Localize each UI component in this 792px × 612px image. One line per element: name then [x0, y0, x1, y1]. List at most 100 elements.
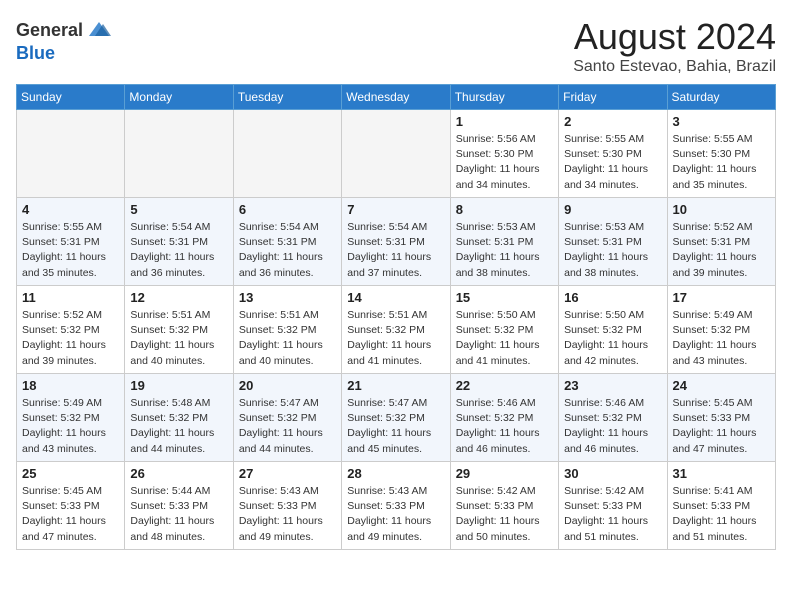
calendar-cell: 11Sunrise: 5:52 AM Sunset: 5:32 PM Dayli… [17, 286, 125, 374]
day-number: 14 [347, 290, 444, 305]
calendar-cell [17, 110, 125, 198]
day-detail: Sunrise: 5:55 AM Sunset: 5:30 PM Dayligh… [564, 132, 661, 193]
calendar-week-row: 11Sunrise: 5:52 AM Sunset: 5:32 PM Dayli… [17, 286, 776, 374]
day-detail: Sunrise: 5:54 AM Sunset: 5:31 PM Dayligh… [239, 220, 336, 281]
day-number: 8 [456, 202, 553, 217]
calendar-cell: 30 Sunrise: 5:42 AM Sunset: 5:33 PM Dayli… [559, 462, 667, 550]
day-number: 3 [673, 114, 770, 129]
calendar-week-row: 18 Sunrise: 5:49 AM Sunset: 5:32 PM Dayli… [17, 374, 776, 462]
day-detail: Sunrise: 5:51 AM Sunset: 5:32 PM Dayligh… [130, 308, 227, 369]
calendar-cell: 17Sunrise: 5:49 AM Sunset: 5:32 PM Dayli… [667, 286, 775, 374]
calendar-cell: 22 Sunrise: 5:46 AM Sunset: 5:32 PM Dayli… [450, 374, 558, 462]
day-detail: Sunrise: 5:44 AM Sunset: 5:33 PM Dayligh… [130, 484, 227, 545]
calendar-cell: 20 Sunrise: 5:47 AM Sunset: 5:32 PM Dayli… [233, 374, 341, 462]
day-detail: Sunrise: 5:51 AM Sunset: 5:32 PM Dayligh… [347, 308, 444, 369]
calendar-cell: 26 Sunrise: 5:44 AM Sunset: 5:33 PM Dayli… [125, 462, 233, 550]
calendar-cell: 31 Sunrise: 5:41 AM Sunset: 5:33 PM Dayli… [667, 462, 775, 550]
day-number: 12 [130, 290, 227, 305]
day-detail: Sunrise: 5:46 AM Sunset: 5:32 PM Dayligh… [456, 396, 553, 457]
weekday-header: Thursday [450, 85, 558, 110]
calendar-cell: 7 Sunrise: 5:54 AM Sunset: 5:31 PM Daylig… [342, 198, 450, 286]
calendar-header-row: SundayMondayTuesdayWednesdayThursdayFrid… [17, 85, 776, 110]
day-number: 18 [22, 378, 119, 393]
day-number: 7 [347, 202, 444, 217]
day-detail: Sunrise: 5:42 AM Sunset: 5:33 PM Dayligh… [456, 484, 553, 545]
day-number: 31 [673, 466, 770, 481]
day-number: 22 [456, 378, 553, 393]
calendar-cell: 28 Sunrise: 5:43 AM Sunset: 5:33 PM Dayli… [342, 462, 450, 550]
calendar-cell: 6 Sunrise: 5:54 AM Sunset: 5:31 PM Daylig… [233, 198, 341, 286]
weekday-header: Tuesday [233, 85, 341, 110]
calendar-cell: 19 Sunrise: 5:48 AM Sunset: 5:32 PM Dayli… [125, 374, 233, 462]
calendar-cell [125, 110, 233, 198]
page-subtitle: Santo Estevao, Bahia, Brazil [573, 58, 776, 76]
calendar-cell: 1Sunrise: 5:56 AM Sunset: 5:30 PM Daylig… [450, 110, 558, 198]
calendar-week-row: 1Sunrise: 5:56 AM Sunset: 5:30 PM Daylig… [17, 110, 776, 198]
day-detail: Sunrise: 5:53 AM Sunset: 5:31 PM Dayligh… [456, 220, 553, 281]
weekday-header: Sunday [17, 85, 125, 110]
day-number: 15 [456, 290, 553, 305]
day-detail: Sunrise: 5:43 AM Sunset: 5:33 PM Dayligh… [347, 484, 444, 545]
calendar-cell [233, 110, 341, 198]
day-number: 6 [239, 202, 336, 217]
day-number: 1 [456, 114, 553, 129]
logo: General Blue [16, 16, 113, 64]
day-number: 30 [564, 466, 661, 481]
day-detail: Sunrise: 5:52 AM Sunset: 5:31 PM Dayligh… [673, 220, 770, 281]
day-detail: Sunrise: 5:50 AM Sunset: 5:32 PM Dayligh… [456, 308, 553, 369]
day-number: 20 [239, 378, 336, 393]
page-header: General Blue August 2024 Santo Estevao, … [16, 16, 776, 76]
logo-general: General [16, 21, 83, 39]
calendar-cell: 8 Sunrise: 5:53 AM Sunset: 5:31 PM Daylig… [450, 198, 558, 286]
day-detail: Sunrise: 5:54 AM Sunset: 5:31 PM Dayligh… [130, 220, 227, 281]
weekday-header: Friday [559, 85, 667, 110]
day-number: 25 [22, 466, 119, 481]
calendar-cell: 4Sunrise: 5:55 AM Sunset: 5:31 PM Daylig… [17, 198, 125, 286]
calendar-week-row: 4Sunrise: 5:55 AM Sunset: 5:31 PM Daylig… [17, 198, 776, 286]
day-number: 27 [239, 466, 336, 481]
calendar-table: SundayMondayTuesdayWednesdayThursdayFrid… [16, 84, 776, 550]
calendar-cell: 27Sunrise: 5:43 AM Sunset: 5:33 PM Dayli… [233, 462, 341, 550]
day-detail: Sunrise: 5:45 AM Sunset: 5:33 PM Dayligh… [673, 396, 770, 457]
day-detail: Sunrise: 5:55 AM Sunset: 5:30 PM Dayligh… [673, 132, 770, 193]
day-detail: Sunrise: 5:47 AM Sunset: 5:32 PM Dayligh… [239, 396, 336, 457]
day-detail: Sunrise: 5:49 AM Sunset: 5:32 PM Dayligh… [22, 396, 119, 457]
day-number: 9 [564, 202, 661, 217]
calendar-cell: 24 Sunrise: 5:45 AM Sunset: 5:33 PM Dayli… [667, 374, 775, 462]
calendar-cell: 18 Sunrise: 5:49 AM Sunset: 5:32 PM Dayli… [17, 374, 125, 462]
day-detail: Sunrise: 5:46 AM Sunset: 5:32 PM Dayligh… [564, 396, 661, 457]
calendar-cell: 25 Sunrise: 5:45 AM Sunset: 5:33 PM Dayli… [17, 462, 125, 550]
day-detail: Sunrise: 5:42 AM Sunset: 5:33 PM Dayligh… [564, 484, 661, 545]
day-detail: Sunrise: 5:47 AM Sunset: 5:32 PM Dayligh… [347, 396, 444, 457]
day-detail: Sunrise: 5:54 AM Sunset: 5:31 PM Dayligh… [347, 220, 444, 281]
calendar-cell: 9 Sunrise: 5:53 AM Sunset: 5:31 PM Daylig… [559, 198, 667, 286]
day-number: 11 [22, 290, 119, 305]
day-detail: Sunrise: 5:48 AM Sunset: 5:32 PM Dayligh… [130, 396, 227, 457]
page-title: August 2024 [573, 16, 776, 58]
logo-blue: Blue [16, 43, 55, 63]
day-detail: Sunrise: 5:50 AM Sunset: 5:32 PM Dayligh… [564, 308, 661, 369]
weekday-header: Wednesday [342, 85, 450, 110]
calendar-cell: 3 Sunrise: 5:55 AM Sunset: 5:30 PM Daylig… [667, 110, 775, 198]
day-number: 10 [673, 202, 770, 217]
day-number: 23 [564, 378, 661, 393]
day-number: 19 [130, 378, 227, 393]
day-detail: Sunrise: 5:41 AM Sunset: 5:33 PM Dayligh… [673, 484, 770, 545]
calendar-body: 1Sunrise: 5:56 AM Sunset: 5:30 PM Daylig… [17, 110, 776, 550]
day-number: 28 [347, 466, 444, 481]
title-block: August 2024 Santo Estevao, Bahia, Brazil [573, 16, 776, 76]
day-number: 13 [239, 290, 336, 305]
day-number: 26 [130, 466, 227, 481]
day-number: 24 [673, 378, 770, 393]
day-detail: Sunrise: 5:53 AM Sunset: 5:31 PM Dayligh… [564, 220, 661, 281]
day-number: 29 [456, 466, 553, 481]
weekday-header: Monday [125, 85, 233, 110]
calendar-week-row: 25 Sunrise: 5:45 AM Sunset: 5:33 PM Dayli… [17, 462, 776, 550]
logo-icon [85, 16, 113, 44]
day-number: 2 [564, 114, 661, 129]
calendar-cell: 13Sunrise: 5:51 AM Sunset: 5:32 PM Dayli… [233, 286, 341, 374]
day-detail: Sunrise: 5:45 AM Sunset: 5:33 PM Dayligh… [22, 484, 119, 545]
calendar-cell: 12 Sunrise: 5:51 AM Sunset: 5:32 PM Dayli… [125, 286, 233, 374]
calendar-cell: 21Sunrise: 5:47 AM Sunset: 5:32 PM Dayli… [342, 374, 450, 462]
day-number: 17 [673, 290, 770, 305]
